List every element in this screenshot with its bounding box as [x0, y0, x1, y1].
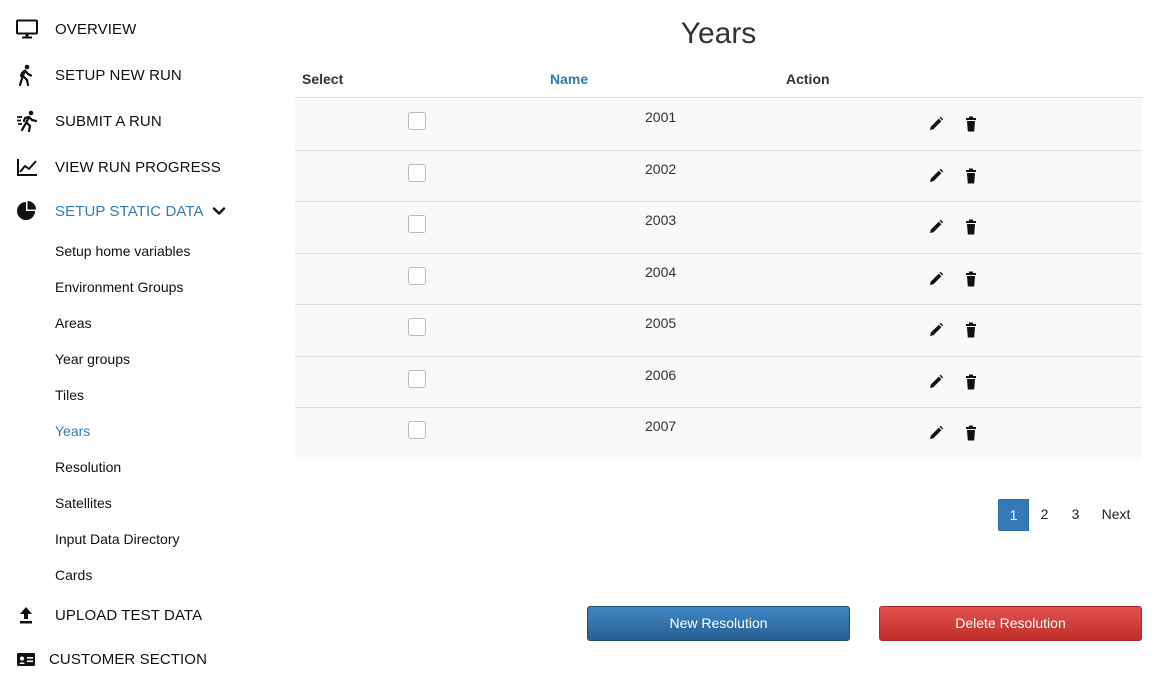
page-1-button[interactable]: 1: [998, 499, 1029, 531]
table-row: 2001: [295, 99, 1142, 151]
nav-upload-test-data[interactable]: UPLOAD TEST DATA: [16, 603, 202, 627]
pagination: 1 2 3 Next: [998, 499, 1141, 531]
sidebar-item-tiles[interactable]: Tiles: [55, 387, 84, 403]
table-row: 2002: [295, 150, 1142, 202]
sidebar-item-years[interactable]: Years: [55, 423, 90, 439]
edit-pencil-icon[interactable]: [928, 271, 944, 287]
nav-setup-new-run[interactable]: SETUP NEW RUN: [16, 63, 182, 87]
nav-label: UPLOAD TEST DATA: [55, 606, 203, 624]
delete-resolution-button[interactable]: Delete Resolution: [879, 606, 1142, 641]
sidebar-item-cards[interactable]: Cards: [55, 567, 92, 583]
row-select-checkbox[interactable]: [408, 215, 426, 233]
delete-trash-icon[interactable]: [963, 168, 979, 184]
sidebar-item-satellites[interactable]: Satellites: [55, 495, 112, 511]
table-row: 2005: [295, 305, 1142, 357]
table-row: 2004: [295, 253, 1142, 305]
year-name: 2006: [645, 366, 677, 383]
years-table-body: 2001 2002 2003 2004 2005 2006 2007: [295, 99, 1142, 460]
year-name: 2005: [645, 315, 677, 331]
pie-chart-icon: [16, 199, 42, 223]
page-title: Years: [680, 17, 757, 50]
nav-overview[interactable]: OVERVIEW: [16, 17, 136, 41]
walking-icon: [16, 63, 42, 87]
year-name: 2007: [645, 418, 677, 434]
edit-pencil-icon[interactable]: [928, 219, 944, 235]
nav-submit-run[interactable]: SUBMIT A RUN: [16, 109, 162, 133]
row-select-checkbox[interactable]: [408, 163, 426, 182]
sidebar-item-setup-home-variables[interactable]: Setup home variables: [55, 243, 190, 259]
column-header-name[interactable]: Name: [550, 71, 588, 87]
year-name: 2003: [645, 212, 677, 228]
column-header-select: Select: [302, 71, 344, 87]
delete-trash-icon[interactable]: [963, 116, 979, 132]
nav-label: SETUP STATIC DATA: [55, 202, 204, 220]
row-select-checkbox[interactable]: [408, 318, 426, 336]
upload-icon: [16, 603, 42, 627]
next-page-button[interactable]: Next: [1091, 499, 1141, 531]
page-3-button[interactable]: 3: [1060, 499, 1091, 531]
nav-setup-static-data[interactable]: SETUP STATIC DATA: [16, 199, 226, 223]
nav-label: VIEW RUN PROGRESS: [55, 158, 221, 176]
chevron-down-icon[interactable]: [211, 203, 227, 219]
table-row: 2003: [295, 202, 1142, 254]
table-row: 2006: [295, 356, 1142, 408]
sidebar-item-input-data-directory[interactable]: Input Data Directory: [55, 531, 180, 547]
line-chart-icon: [16, 155, 42, 179]
monitor-icon: [16, 17, 42, 41]
sidebar-item-resolution[interactable]: Resolution: [55, 459, 121, 475]
year-name: 2001: [645, 109, 677, 125]
edit-pencil-icon[interactable]: [928, 116, 944, 132]
nav-label: SUBMIT A RUN: [55, 112, 162, 130]
row-select-checkbox[interactable]: [408, 421, 426, 439]
nav-view-run-progress[interactable]: VIEW RUN PROGRESS: [16, 155, 221, 179]
delete-trash-icon[interactable]: [963, 219, 979, 235]
year-name: 2002: [645, 160, 677, 177]
sidebar-item-areas[interactable]: Areas: [55, 315, 92, 331]
row-select-checkbox[interactable]: [408, 266, 426, 285]
delete-trash-icon[interactable]: [963, 271, 979, 287]
year-name: 2004: [645, 263, 677, 280]
page-2-button[interactable]: 2: [1029, 499, 1060, 531]
nav-label: SETUP NEW RUN: [55, 66, 182, 84]
delete-trash-icon[interactable]: [963, 374, 979, 390]
edit-pencil-icon[interactable]: [928, 322, 944, 338]
delete-trash-icon[interactable]: [963, 322, 979, 338]
sidebar-item-year-groups[interactable]: Year groups: [55, 351, 130, 367]
column-header-action: Action: [786, 71, 830, 87]
sidebar: OVERVIEW SETUP NEW RUN SUBMIT A RUN VIEW…: [0, 0, 270, 680]
sidebar-item-environment-groups[interactable]: Environment Groups: [55, 279, 183, 295]
row-select-checkbox[interactable]: [408, 369, 426, 388]
edit-pencil-icon[interactable]: [928, 168, 944, 184]
new-resolution-button[interactable]: New Resolution: [587, 606, 850, 641]
nav-customer-section[interactable]: CUSTOMER SECTION: [16, 647, 207, 671]
running-icon: [16, 109, 42, 133]
edit-pencil-icon[interactable]: [928, 425, 944, 441]
table-header: Select Name Action: [295, 70, 1142, 98]
table-row: 2007: [295, 408, 1142, 460]
id-card-icon: [16, 647, 42, 671]
nav-label: CUSTOMER SECTION: [49, 650, 208, 668]
edit-pencil-icon[interactable]: [928, 374, 944, 390]
delete-trash-icon[interactable]: [963, 425, 979, 441]
nav-label: OVERVIEW: [55, 20, 137, 38]
row-select-checkbox[interactable]: [408, 112, 426, 130]
